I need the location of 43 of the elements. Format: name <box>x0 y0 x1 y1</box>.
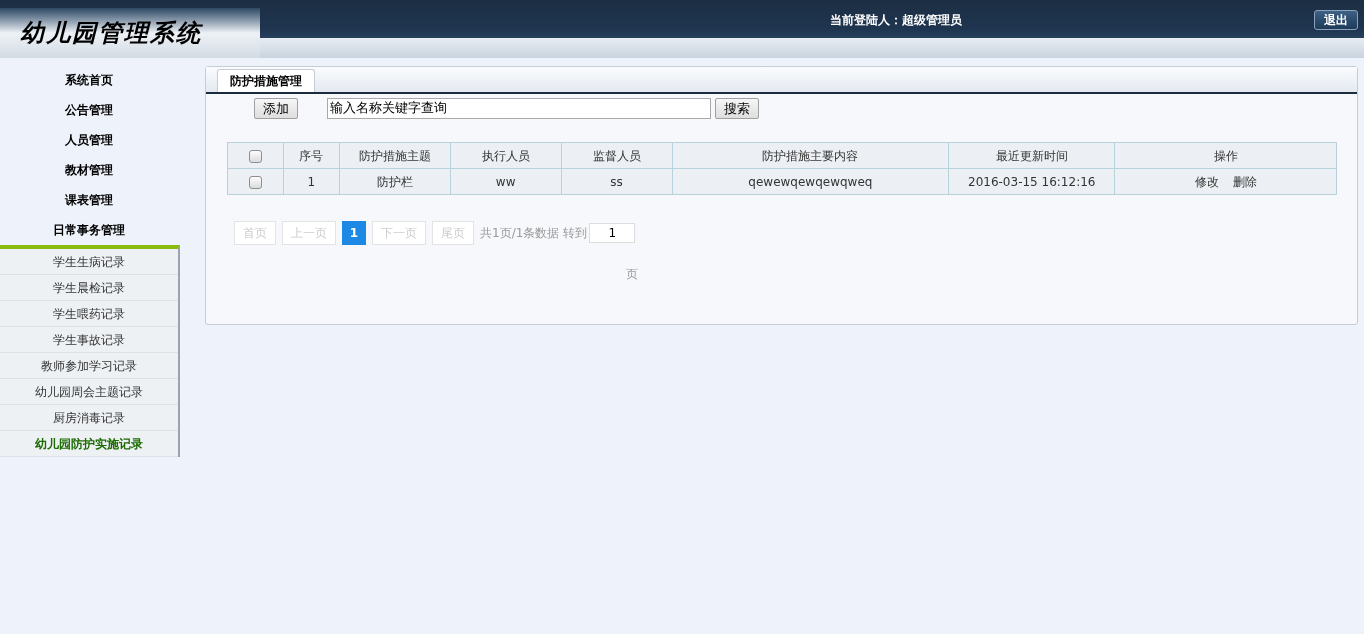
column-header: 序号 <box>283 142 340 169</box>
logo-text: 幼儿园管理系统 <box>20 17 202 49</box>
submenu-item[interactable]: 学生晨检记录 <box>0 275 178 301</box>
submenu-item[interactable]: 厨房消毒记录 <box>0 405 178 431</box>
column-header: 执行人员 <box>450 142 562 169</box>
table-cell: ss <box>561 168 672 195</box>
table-cell: 1 <box>283 168 340 195</box>
column-header: 操作 <box>1114 142 1337 169</box>
submenu-item[interactable]: 教师参加学习记录 <box>0 353 178 379</box>
action-link[interactable]: 删除 <box>1232 172 1257 191</box>
search-field[interactable]: 输入名称关键字查询 <box>327 97 711 119</box>
sidebar-item[interactable]: 人员管理 <box>0 125 178 155</box>
submenu-item[interactable]: 学生生病记录 <box>0 249 178 275</box>
panel-tab[interactable]: 防护措施管理 <box>217 69 315 92</box>
table-cell: 防护栏 <box>339 168 451 195</box>
column-header: 防护措施主题 <box>339 142 451 169</box>
sidebar-item[interactable]: 日常事务管理 <box>0 215 178 245</box>
sidebar-item[interactable]: 系统首页 <box>0 65 178 95</box>
submenu-item[interactable]: 幼儿园防护实施记录 <box>0 431 178 457</box>
search-button[interactable]: 搜索 <box>715 97 759 119</box>
column-header: 监督人员 <box>561 142 672 169</box>
column-header: 最近更新时间 <box>948 142 1115 169</box>
submenu-item[interactable]: 幼儿园周会主题记录 <box>0 379 178 405</box>
current-user-text: 当前登陆人：超级管理员 <box>830 12 962 29</box>
action-link[interactable]: 修改 <box>1194 172 1219 191</box>
table-cell: qewewqewqewqweq <box>672 168 949 195</box>
page-suffix: 页 <box>626 267 638 281</box>
checkbox[interactable] <box>248 175 262 189</box>
table-cell: 2016-03-15 16:12:16 <box>948 168 1115 195</box>
page-button[interactable]: 1 <box>342 221 366 245</box>
sidebar-item[interactable]: 教材管理 <box>0 155 178 185</box>
goto-page-field[interactable]: 1 <box>589 223 636 243</box>
submenu-item[interactable]: 学生喂药记录 <box>0 301 178 327</box>
sidebar-item[interactable]: 公告管理 <box>0 95 178 125</box>
checkbox[interactable] <box>248 149 262 163</box>
logout-button[interactable]: 退出 <box>1314 10 1358 30</box>
goto-label: 转到 <box>563 225 588 242</box>
submenu-item[interactable]: 学生事故记录 <box>0 327 178 353</box>
add-button[interactable]: 添加 <box>254 97 298 119</box>
column-header: 防护措施主要内容 <box>672 142 949 169</box>
sidebar-item[interactable]: 课表管理 <box>0 185 178 215</box>
page-summary: 共1页/1条数据 <box>480 225 560 242</box>
table-cell: ww <box>450 168 562 195</box>
